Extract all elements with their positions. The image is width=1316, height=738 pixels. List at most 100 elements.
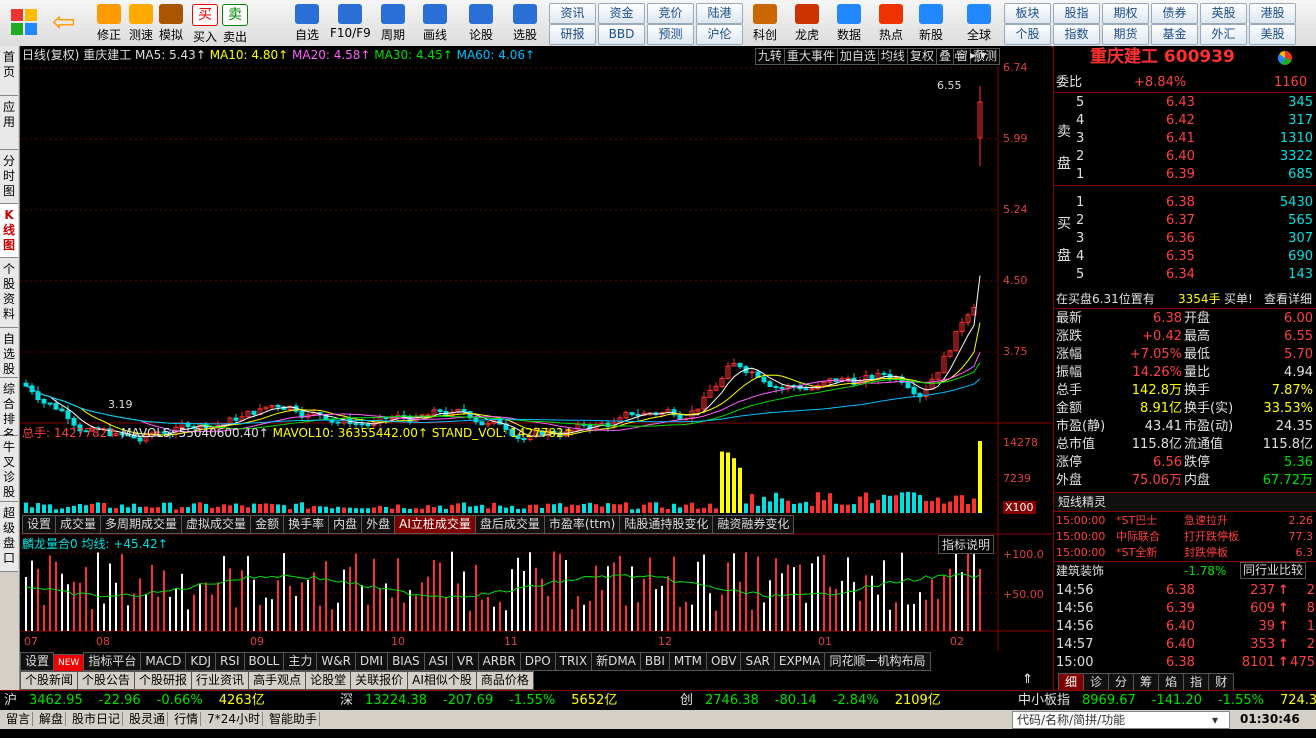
quick-button[interactable]: 资讯 bbox=[549, 3, 596, 24]
sidebar-tab[interactable]: 应用 bbox=[0, 96, 18, 150]
toolbar-button-13[interactable]: 新股 bbox=[914, 2, 948, 44]
quick-button[interactable]: 沪伦 bbox=[696, 24, 743, 45]
status-item[interactable]: 留言 bbox=[4, 712, 34, 726]
detail-button[interactable]: 查看详细 bbox=[1264, 290, 1312, 308]
indicator-tab[interactable]: 成交量 bbox=[55, 515, 102, 534]
buy-level[interactable]: 5 6.34 143 bbox=[1054, 266, 1316, 284]
indicator-platform-tab[interactable]: VR bbox=[452, 652, 479, 671]
sell-level[interactable]: 5 6.43 345 bbox=[1054, 94, 1316, 112]
quick-button[interactable]: 资金 bbox=[598, 3, 645, 24]
toolbar-button-10[interactable]: 龙虎 bbox=[790, 2, 824, 44]
indicator-platform-tab[interactable]: 同花顺一机构布局 bbox=[824, 652, 931, 671]
sidebar-tab[interactable]: 分时图 bbox=[0, 150, 18, 204]
market-button[interactable]: 港股 bbox=[1249, 3, 1296, 24]
status-item[interactable]: 行情 bbox=[172, 712, 202, 726]
indicator-tab[interactable]: 金额 bbox=[250, 515, 285, 534]
toolbar-button-14[interactable]: 全球 bbox=[962, 2, 996, 44]
search-input[interactable]: 代码/名称/简拼/功能 bbox=[1012, 711, 1230, 729]
indicator-platform-tab[interactable]: BIAS bbox=[387, 652, 425, 671]
toolbar-button-5[interactable]: 周期 bbox=[376, 2, 410, 44]
toolbar-button-11[interactable]: 数据 bbox=[832, 2, 866, 44]
indicator-platform-tab[interactable]: DMI bbox=[354, 652, 389, 671]
sidebar-tab[interactable]: 超级盘口 bbox=[0, 502, 18, 572]
indicator-platform-tab[interactable]: 设置 bbox=[20, 652, 55, 671]
buy-level[interactable]: 3 6.36 307 bbox=[1054, 230, 1316, 248]
indicator-platform-tab[interactable]: EXPMA bbox=[773, 652, 826, 671]
sidebar-tab[interactable]: 首页 bbox=[0, 46, 18, 96]
market-button[interactable]: 期权 bbox=[1102, 3, 1149, 24]
news-tab[interactable]: 关联报价 bbox=[350, 671, 409, 690]
toolbar-button-1[interactable]: 测速 bbox=[126, 2, 156, 44]
news-item[interactable]: 15:00:00 *ST全新 封跌停板 6.3 bbox=[1054, 544, 1316, 562]
index-item[interactable]: 沪 3462.95 -22.96 -0.66% 4263亿 bbox=[4, 691, 265, 710]
indicator-tab[interactable]: AI立桩成交量 bbox=[394, 515, 476, 534]
toolbar-button-2[interactable]: 模拟 bbox=[156, 2, 186, 44]
toolbar-button-12[interactable]: 热点 bbox=[874, 2, 908, 44]
indicator-platform-tab[interactable]: ARBR bbox=[477, 652, 521, 671]
indicator-platform-tab[interactable]: BBI bbox=[639, 652, 670, 671]
buy-level[interactable]: 2 6.37 565 bbox=[1054, 212, 1316, 230]
indicator-tab[interactable]: 陆股通持股变化 bbox=[619, 515, 714, 534]
indicator-tab[interactable]: 外盘 bbox=[361, 515, 396, 534]
market-button[interactable]: 外汇 bbox=[1200, 24, 1247, 45]
sell-level[interactable]: 2 6.40 3322 bbox=[1054, 148, 1316, 166]
market-button[interactable]: 美股 bbox=[1249, 24, 1296, 45]
kline-chart[interactable] bbox=[20, 46, 1052, 651]
indicator-tab[interactable]: 内盘 bbox=[328, 515, 363, 534]
indicator-platform-tab[interactable]: ASI bbox=[423, 652, 454, 671]
news-tab[interactable]: 行业资讯 bbox=[191, 671, 250, 690]
market-button[interactable]: 板块 bbox=[1004, 3, 1051, 24]
indicator-tab[interactable]: 设置 bbox=[22, 515, 57, 534]
market-button[interactable]: 基金 bbox=[1151, 24, 1198, 45]
toolbar-button-4[interactable]: F10/F9 bbox=[330, 2, 371, 44]
market-button[interactable]: 英股 bbox=[1200, 3, 1247, 24]
news-tab[interactable]: 商品价格 bbox=[475, 671, 534, 690]
quick-button[interactable]: 研报 bbox=[549, 24, 596, 45]
indicator-platform-tab[interactable]: MACD bbox=[140, 652, 187, 671]
news-tab[interactable]: 个股新闻 bbox=[20, 671, 79, 690]
industry-compare-button[interactable]: 同行业比较 bbox=[1240, 562, 1307, 579]
news-tab[interactable]: 论股堂 bbox=[305, 671, 352, 690]
news-tab[interactable]: 个股公告 bbox=[77, 671, 136, 690]
indicator-platform-tab[interactable]: KDJ bbox=[185, 652, 216, 671]
market-button[interactable]: 股指 bbox=[1053, 3, 1100, 24]
indicator-platform-tab[interactable]: TRIX bbox=[554, 652, 593, 671]
toolbar-button-9[interactable]: 科创 bbox=[748, 2, 782, 44]
chart-pie-icon[interactable] bbox=[1278, 51, 1292, 65]
index-item[interactable]: 深 13224.38 -207.69 -1.55% 5652亿 bbox=[340, 691, 617, 710]
status-item[interactable]: 股灵通 bbox=[127, 712, 169, 726]
indicator-platform-tab[interactable]: OBV bbox=[705, 652, 742, 671]
toolbar-button-6[interactable]: 画线 bbox=[418, 2, 452, 44]
indicator-platform-tab[interactable]: 指标平台 bbox=[83, 652, 142, 671]
market-button[interactable]: 期货 bbox=[1102, 24, 1149, 45]
sidebar-tab[interactable]: 个股资料 bbox=[0, 258, 18, 328]
index-item[interactable]: 创 2746.38 -80.14 -2.84% 2109亿 bbox=[680, 691, 941, 710]
indicator-platform-tab[interactable]: 主力 bbox=[283, 652, 318, 671]
back-arrow-icon[interactable]: ⇦ bbox=[52, 8, 84, 38]
sidebar-tab[interactable]: 牛叉诊股 bbox=[0, 436, 18, 502]
news-title[interactable]: 短线精灵 bbox=[1058, 493, 1106, 511]
indicator-help-button[interactable]: 指标说明 bbox=[938, 535, 995, 554]
news-tab[interactable]: 高手观点 bbox=[248, 671, 307, 690]
status-item[interactable]: 7*24小时 bbox=[205, 712, 263, 726]
news-tab[interactable]: 个股研报 bbox=[134, 671, 193, 690]
indicator-platform-tab[interactable]: MTM bbox=[668, 652, 707, 671]
indicator-platform-tab[interactable]: DPO bbox=[519, 652, 556, 671]
indicator-tab[interactable]: 换手率 bbox=[283, 515, 330, 534]
layout-icon[interactable] bbox=[8, 6, 42, 40]
quick-button[interactable]: BBD bbox=[598, 24, 645, 45]
toolbar-button-0[interactable]: 修正 bbox=[96, 2, 122, 44]
indicator-platform-tab[interactable]: W&R bbox=[316, 652, 356, 671]
sell-level[interactable]: 1 6.39 685 bbox=[1054, 166, 1316, 184]
dropdown-icon[interactable]: ▾ bbox=[1212, 711, 1218, 730]
indicator-tab[interactable]: 盘后成交量 bbox=[474, 515, 545, 534]
market-button[interactable]: 个股 bbox=[1004, 24, 1051, 45]
toolbar-button-3[interactable]: 自选 bbox=[292, 2, 322, 44]
news-tab[interactable]: AI相似个股 bbox=[407, 671, 477, 690]
indicator-platform-tab[interactable]: BOLL bbox=[243, 652, 285, 671]
indicator-tab[interactable]: 虚拟成交量 bbox=[181, 515, 252, 534]
buy-level[interactable]: 4 6.35 690 bbox=[1054, 248, 1316, 266]
buy-button[interactable]: 买 买入 bbox=[192, 2, 218, 44]
indicator-platform-tab[interactable]: SAR bbox=[740, 652, 775, 671]
status-item[interactable]: 智能助手 bbox=[266, 712, 320, 726]
